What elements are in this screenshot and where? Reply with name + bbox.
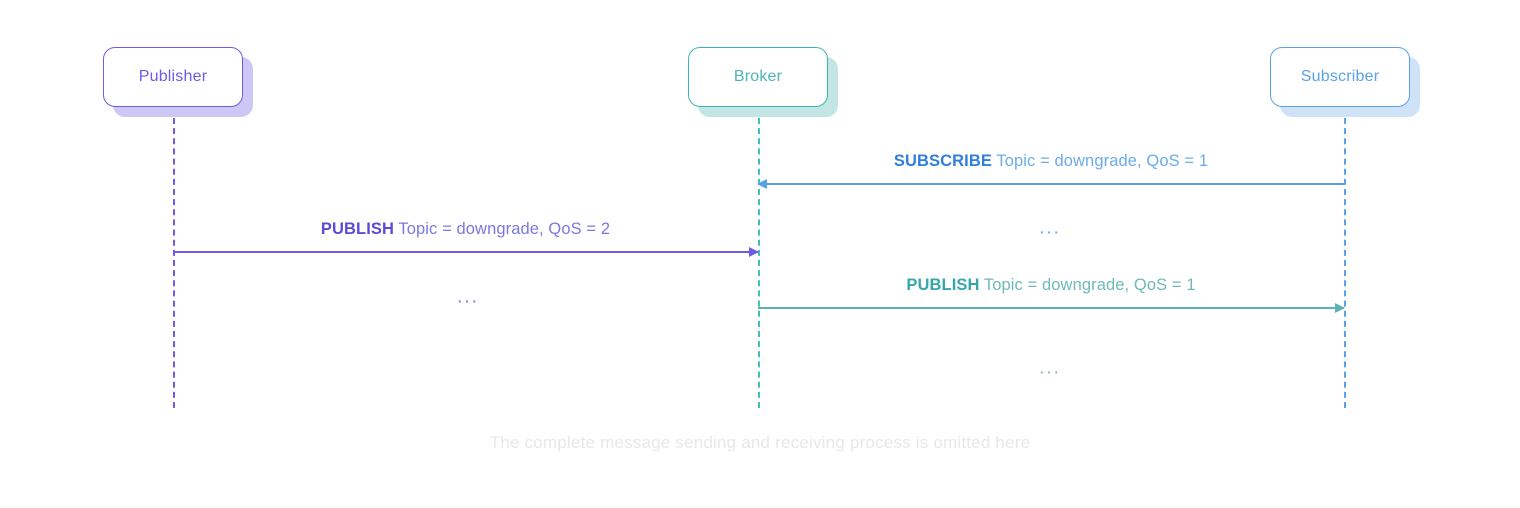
message-publish-qos1-keyword: PUBLISH xyxy=(906,276,980,294)
message-publish-qos2-label: PUBLISH Topic = downgrade, QoS = 2 xyxy=(173,220,758,239)
arrow-left-icon xyxy=(757,179,767,189)
participant-broker-label: Broker xyxy=(733,68,783,85)
message-subscribe-line xyxy=(758,183,1344,185)
message-publish-qos1-label: PUBLISH Topic = downgrade, QoS = 1 xyxy=(758,276,1344,295)
participant-subscriber-label: Subscriber xyxy=(1300,68,1380,85)
message-publish-qos2-keyword: PUBLISH xyxy=(320,220,394,238)
arrow-right-icon xyxy=(1335,303,1345,313)
message-subscribe-body: Topic = downgrade, QoS = 1 xyxy=(991,152,1209,170)
lifeline-publisher xyxy=(173,118,175,408)
diagram-caption: The complete message sending and receivi… xyxy=(489,433,1031,452)
ellipsis-broker-subscriber-upper: ... xyxy=(1039,217,1061,239)
message-subscribe-label: SUBSCRIBE Topic = downgrade, QoS = 1 xyxy=(758,152,1344,171)
lifeline-subscriber xyxy=(1344,118,1346,408)
message-publish-qos1-line xyxy=(758,307,1344,309)
ellipsis-publisher-broker: ... xyxy=(457,286,479,308)
participant-publisher: Publisher xyxy=(103,47,243,107)
participant-broker: Broker xyxy=(688,47,828,107)
message-publish-qos2-body: Topic = downgrade, QoS = 2 xyxy=(394,220,611,238)
message-publish-qos2-line xyxy=(173,251,758,253)
sequence-diagram-canvas: Publisher Broker Subscriber SUBSCRIBE To… xyxy=(0,0,1520,508)
arrow-right-icon xyxy=(749,247,759,257)
message-publish-qos1-body: Topic = downgrade, QoS = 1 xyxy=(979,276,1196,294)
participant-publisher-label: Publisher xyxy=(138,68,208,85)
ellipsis-broker-subscriber-lower: ... xyxy=(1039,357,1061,379)
participant-subscriber: Subscriber xyxy=(1270,47,1410,107)
message-subscribe-keyword: SUBSCRIBE xyxy=(893,152,992,170)
